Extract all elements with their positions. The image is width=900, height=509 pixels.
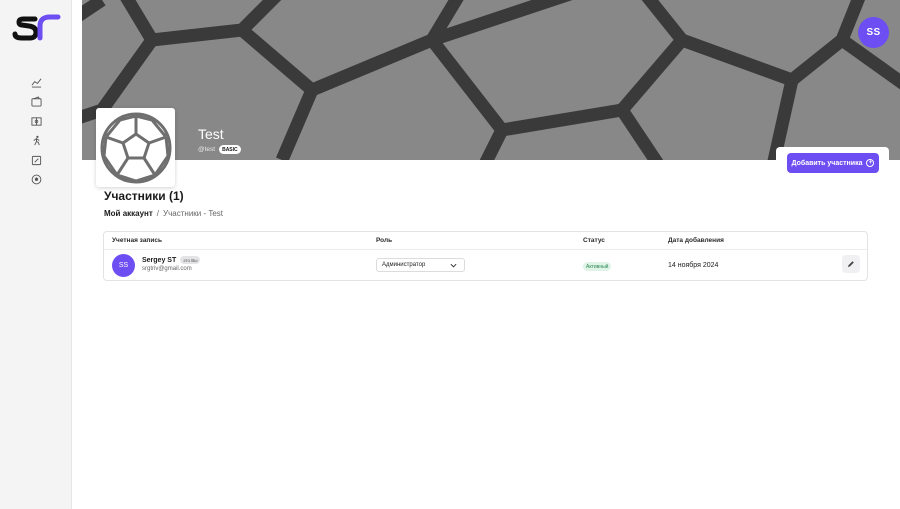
status-badge: Активный xyxy=(583,262,612,271)
column-header-date: Дата добавления xyxy=(668,237,724,244)
add-member-label: Добавить участника xyxy=(791,159,863,167)
you-badge: это Вы xyxy=(180,256,201,264)
role-select-value: Администратор xyxy=(382,262,426,268)
runner-icon xyxy=(31,133,42,151)
sidebar-item-field[interactable] xyxy=(0,113,72,133)
breadcrumb-root[interactable]: Мой аккаунт xyxy=(104,209,153,218)
edit-member-button[interactable] xyxy=(842,255,860,273)
sidebar-item-stats[interactable] xyxy=(0,74,72,94)
sidebar-item-teams[interactable] xyxy=(0,172,72,192)
sidebar-nav xyxy=(0,74,72,191)
plus-circle-icon: + xyxy=(866,159,875,167)
members-table: Учетная запись Роль Статус Дата добавлен… xyxy=(103,231,868,281)
member-email: srgtriv@gmail.com xyxy=(142,266,192,272)
date-added: 14 ноября 2024 xyxy=(668,262,719,269)
field-icon xyxy=(30,114,42,132)
soccer-ball-icon xyxy=(100,112,171,183)
chart-icon xyxy=(31,75,42,93)
member-name-row: Sergey ST это Вы xyxy=(142,256,201,264)
sidebar-item-players[interactable] xyxy=(0,133,72,153)
sidebar-item-reports[interactable] xyxy=(0,152,72,172)
chevron-down-icon xyxy=(450,263,457,268)
member-avatar: SS xyxy=(112,254,135,277)
column-header-role: Роль xyxy=(376,237,393,244)
plan-badge: BASIC xyxy=(219,145,241,154)
table-header: Учетная запись Роль Статус Дата добавлен… xyxy=(104,232,867,250)
sidebar-item-finance[interactable] xyxy=(0,94,72,114)
member-name: Sergey ST xyxy=(142,256,177,264)
report-icon xyxy=(31,153,42,171)
page-title: Участники (1) xyxy=(104,189,184,203)
wallet-icon xyxy=(30,94,42,112)
pencil-icon xyxy=(848,261,854,267)
team-logo[interactable] xyxy=(96,108,175,187)
app-root: SS Test @test BASIC Добавить участника +… xyxy=(0,0,900,509)
app-logo[interactable] xyxy=(12,10,62,42)
breadcrumb-current: Участники - Test xyxy=(163,209,224,218)
breadcrumb-separator: / xyxy=(156,209,160,218)
role-select[interactable]: Администратор xyxy=(376,258,465,272)
team-handle: @test xyxy=(198,146,216,153)
column-header-account: Учетная запись xyxy=(112,237,162,244)
ball-icon xyxy=(31,172,42,190)
column-header-status: Статус xyxy=(583,237,605,244)
sidebar xyxy=(0,0,72,509)
team-name: Test xyxy=(198,126,224,142)
add-member-button[interactable]: Добавить участника + xyxy=(787,153,879,173)
table-row: SS Sergey ST это Вы srgtriv@gmail.com Ад… xyxy=(104,250,867,281)
breadcrumb: Мой аккаунт / Участники - Test xyxy=(104,209,223,218)
team-handle-row: @test BASIC xyxy=(198,145,241,154)
user-avatar[interactable]: SS xyxy=(858,17,889,48)
